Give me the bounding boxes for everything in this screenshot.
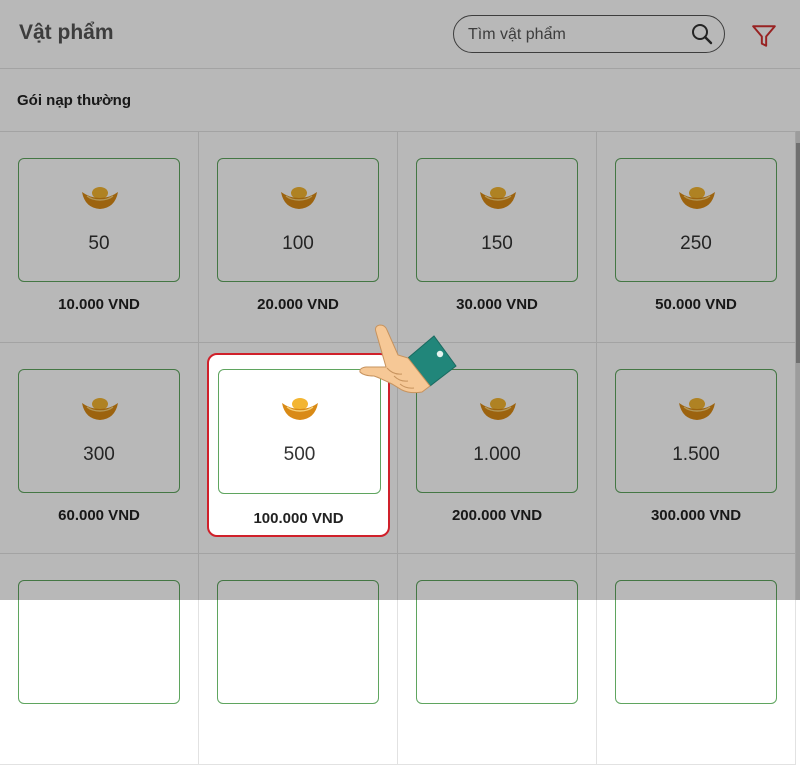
scrollbar-thumb[interactable]	[796, 143, 800, 363]
package-card[interactable]	[398, 554, 597, 765]
package-amount: 300	[83, 444, 115, 465]
header: Vật phẩm	[0, 0, 800, 69]
package-card[interactable]: 50 10.000 VND	[0, 132, 199, 343]
package-price: 300.000 VND	[650, 507, 742, 524]
package-box	[416, 580, 578, 704]
gold-ingot-icon	[82, 187, 118, 209]
package-price: 20.000 VND	[257, 296, 339, 313]
package-box: 100	[217, 158, 379, 282]
package-box: 300	[18, 369, 180, 493]
package-card[interactable]	[0, 554, 199, 765]
package-box: 150	[416, 158, 578, 282]
package-box: 250	[615, 158, 777, 282]
package-amount: 250	[680, 233, 712, 254]
scrollbar[interactable]	[796, 131, 800, 600]
gold-ingot-icon	[281, 187, 317, 209]
gold-ingot-icon	[480, 398, 516, 420]
package-price: 50.000 VND	[655, 296, 737, 313]
package-amount: 100	[282, 233, 314, 254]
search-input[interactable]	[466, 23, 680, 47]
search-box[interactable]	[453, 15, 725, 53]
package-card[interactable]: 300 60.000 VND	[0, 343, 199, 554]
package-amount: 1.000	[473, 444, 521, 465]
package-box	[615, 580, 777, 704]
package-card[interactable]	[199, 554, 398, 765]
package-card[interactable]	[597, 554, 796, 765]
gold-ingot-icon	[282, 398, 318, 420]
package-price: 30.000 VND	[456, 296, 538, 313]
package-amount: 150	[481, 233, 513, 254]
package-price: 10.000 VND	[58, 296, 140, 313]
page-title: Vật phẩm	[19, 21, 114, 44]
package-price: 200.000 VND	[451, 507, 543, 524]
gold-ingot-icon	[82, 398, 118, 420]
package-box: 50	[18, 158, 180, 282]
package-amount: 500	[283, 444, 316, 465]
package-card[interactable]: 250 50.000 VND	[597, 132, 796, 343]
package-price: 60.000 VND	[58, 507, 140, 524]
gold-ingot-icon	[480, 187, 516, 209]
pointing-hand-icon	[359, 324, 457, 394]
section-title: Gói nạp thường	[17, 92, 132, 109]
package-amount: 50	[88, 233, 110, 254]
package-box	[18, 580, 180, 704]
search-icon[interactable]	[690, 22, 714, 46]
filter-icon[interactable]	[751, 23, 777, 49]
package-box: 1.500	[615, 369, 777, 493]
package-box	[217, 580, 379, 704]
gold-ingot-icon	[679, 398, 715, 420]
package-card[interactable]: 1.500 300.000 VND	[597, 343, 796, 554]
gold-ingot-icon	[679, 187, 715, 209]
package-amount: 1.500	[672, 444, 720, 465]
package-price: 100.000 VND	[253, 510, 344, 527]
